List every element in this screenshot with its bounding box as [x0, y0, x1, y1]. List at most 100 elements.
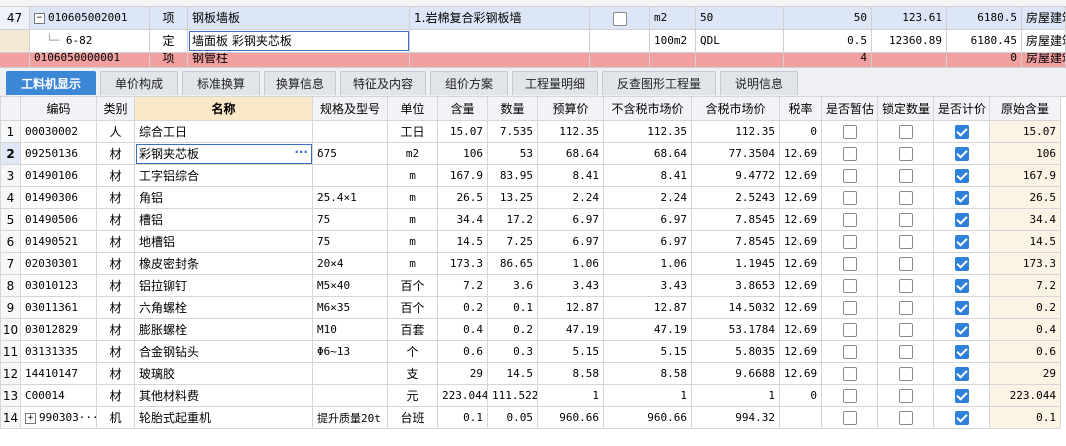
type-cell[interactable]: 材	[96, 274, 135, 297]
tab-labor-material-machine[interactable]: 工料机显示	[6, 71, 96, 95]
original-content-cell[interactable]: 29	[989, 362, 1061, 385]
is-priced-checkbox[interactable]	[954, 366, 969, 381]
is-provisional-checkbox[interactable]	[842, 256, 857, 271]
spec-cell[interactable]: 25.4×1	[312, 186, 388, 209]
col-header-code[interactable]: 编码	[20, 96, 97, 121]
lock-quantity-cell[interactable]	[877, 274, 934, 297]
original-content-cell[interactable]: 173.3	[989, 252, 1061, 275]
original-content-cell[interactable]: 34.4	[989, 208, 1061, 231]
tab-quantity-detail[interactable]: 工程量明细	[512, 71, 598, 95]
lock-quantity-checkbox[interactable]	[898, 234, 913, 249]
type-cell[interactable]: 材	[96, 384, 135, 407]
is-priced-cell[interactable]	[933, 296, 990, 319]
is-priced-checkbox[interactable]	[954, 322, 969, 337]
type-cell[interactable]: 材	[96, 186, 135, 209]
name-cell[interactable]: 地槽铝	[134, 230, 313, 253]
tab-description-info[interactable]: 说明信息	[720, 71, 798, 95]
original-content-cell[interactable]: 223.044	[989, 384, 1061, 407]
is-provisional-cell[interactable]	[821, 318, 878, 341]
is-priced-cell[interactable]	[933, 384, 990, 407]
quantity-cell[interactable]: 3.6	[487, 274, 538, 297]
spec-cell[interactable]: 75	[312, 208, 388, 231]
is-provisional-checkbox[interactable]	[842, 190, 857, 205]
name-cell[interactable]: 六角螺栓	[134, 296, 313, 319]
unit-cell[interactable]: m	[387, 186, 438, 209]
is-priced-checkbox[interactable]	[954, 344, 969, 359]
market-price-ex-tax-cell[interactable]: 8.58	[603, 362, 692, 385]
unit-cell[interactable]: m	[387, 164, 438, 187]
market-price-inc-tax-cell[interactable]: 9.6688	[691, 362, 780, 385]
is-priced-cell[interactable]	[933, 274, 990, 297]
is-provisional-checkbox[interactable]	[842, 146, 857, 161]
code-cell[interactable]: 14410147	[20, 362, 97, 385]
is-provisional-checkbox[interactable]	[842, 234, 857, 249]
is-provisional-checkbox[interactable]	[842, 278, 857, 293]
name-cell[interactable]: 玻璃胶	[134, 362, 313, 385]
lock-quantity-checkbox[interactable]	[898, 322, 913, 337]
tax-rate-cell[interactable]: 12.69	[779, 142, 822, 165]
lock-quantity-checkbox[interactable]	[898, 212, 913, 227]
tax-rate-cell[interactable]: 12.69	[779, 362, 822, 385]
name-cell[interactable]: 角铝	[134, 186, 313, 209]
budget-price-cell[interactable]: 68.64	[537, 142, 604, 165]
is-provisional-checkbox[interactable]	[842, 388, 857, 403]
row-number[interactable]: 6	[0, 230, 21, 253]
tax-rate-cell[interactable]: 12.69	[779, 252, 822, 275]
market-price-inc-tax-cell[interactable]: 14.5032	[691, 296, 780, 319]
spec-cell[interactable]: Φ6~13	[312, 340, 388, 363]
is-priced-checkbox[interactable]	[954, 410, 969, 425]
lock-quantity-checkbox[interactable]	[898, 256, 913, 271]
table-row[interactable]: 6 01490521 材地槽铝 75 m 14.5 7.25 6.97 6.97 7.8545 12…	[0, 230, 1061, 253]
market-price-ex-tax-cell[interactable]: 3.43	[603, 274, 692, 297]
name-cell[interactable]: 墙面板 彩钢夹芯板	[188, 30, 410, 52]
spec-cell[interactable]: 75	[312, 230, 388, 253]
market-price-ex-tax-cell[interactable]: 1	[603, 384, 692, 407]
code-cell[interactable]: 03011361	[20, 296, 97, 319]
content-cell[interactable]: 173.3	[437, 252, 488, 275]
quantity-cell[interactable]: 7.25	[487, 230, 538, 253]
lock-quantity-checkbox[interactable]	[898, 410, 913, 425]
market-price-ex-tax-cell[interactable]: 6.97	[603, 230, 692, 253]
code-cell[interactable]: 02030301	[20, 252, 97, 275]
tax-rate-cell[interactable]: 12.69	[779, 274, 822, 297]
code-cell[interactable]: 03012829	[20, 318, 97, 341]
col-header-market-price-ex-tax[interactable]: 不含税市场价	[603, 96, 692, 121]
original-content-cell[interactable]: 15.07	[989, 120, 1061, 143]
row-number[interactable]: 14	[0, 406, 21, 429]
content-cell[interactable]: 106	[437, 142, 488, 165]
market-price-ex-tax-cell[interactable]: 960.66	[603, 406, 692, 429]
type-cell[interactable]: 材	[96, 208, 135, 231]
table-row[interactable]: 7 02030301 材橡皮密封条 20×4 m 173.3 86.65 1.06 1.06 1.…	[0, 252, 1061, 275]
is-provisional-cell[interactable]	[821, 208, 878, 231]
ellipsis-button[interactable]: ···	[294, 145, 308, 159]
quantity-cell[interactable]: 0.3	[487, 340, 538, 363]
name-cell[interactable]: 彩钢夹芯板 ···	[134, 142, 313, 165]
col-header-tax-rate[interactable]: 税率	[779, 96, 822, 121]
market-price-inc-tax-cell[interactable]: 3.8653	[691, 274, 780, 297]
is-provisional-cell[interactable]	[821, 406, 878, 429]
is-priced-checkbox[interactable]	[954, 278, 969, 293]
is-provisional-cell[interactable]	[821, 296, 878, 319]
tab-unit-price-composition[interactable]: 单价构成	[100, 71, 178, 95]
col-header-type[interactable]: 类别	[96, 96, 135, 121]
col-header-market-price-inc-tax[interactable]: 含税市场价	[691, 96, 780, 121]
tax-rate-cell[interactable]: 12.69	[779, 164, 822, 187]
code-cell[interactable]: 09250136	[20, 142, 97, 165]
lock-quantity-cell[interactable]	[877, 120, 934, 143]
code-cell[interactable]: 03010123	[20, 274, 97, 297]
collapse-icon[interactable]: −	[34, 12, 45, 24]
is-provisional-cell[interactable]	[821, 164, 878, 187]
original-content-cell[interactable]: 0.4	[989, 318, 1061, 341]
row-number[interactable]: 4	[0, 186, 21, 209]
content-cell[interactable]: 0.2	[437, 296, 488, 319]
unit-cell[interactable]: m2	[387, 142, 438, 165]
market-price-ex-tax-cell[interactable]: 47.19	[603, 318, 692, 341]
spec-cell[interactable]: 提升质量20t	[312, 406, 388, 429]
is-priced-cell[interactable]	[933, 406, 990, 429]
type-cell[interactable]: 材	[96, 142, 135, 165]
is-priced-cell[interactable]	[933, 230, 990, 253]
lock-quantity-checkbox[interactable]	[898, 366, 913, 381]
unit-cell[interactable]: 个	[387, 340, 438, 363]
spec-cell[interactable]	[312, 164, 388, 187]
is-provisional-checkbox[interactable]	[842, 300, 857, 315]
